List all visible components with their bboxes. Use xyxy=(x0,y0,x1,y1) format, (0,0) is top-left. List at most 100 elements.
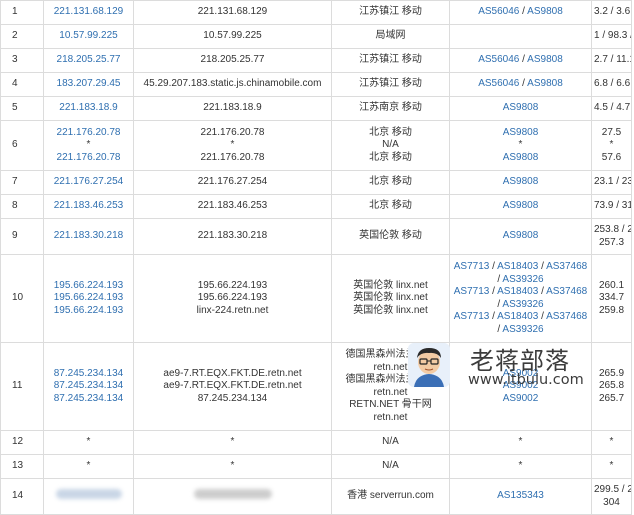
asn-link[interactable]: AS18403 xyxy=(497,311,538,322)
hop-number-text: 8 xyxy=(12,200,18,212)
asn-link[interactable]: AS39326 xyxy=(502,274,543,285)
hop-number: 12 xyxy=(0,430,44,455)
asn-link[interactable]: AS9808 xyxy=(527,6,563,17)
hop-number-text: 7 xyxy=(12,176,18,188)
asn-link[interactable]: AS37468 xyxy=(546,286,587,297)
hop-ip-link[interactable]: 195.66.224.193 xyxy=(46,305,131,318)
hop-location-text: 北京 移动 xyxy=(369,126,412,138)
asn-link[interactable]: AS9808 xyxy=(503,102,539,113)
hop-number: 1 xyxy=(0,0,44,25)
asn-link[interactable]: AS37468 xyxy=(546,311,587,322)
hop-ip: 218.205.25.77 xyxy=(43,48,134,73)
hop-time-text: 260.1 xyxy=(598,279,625,291)
asn-link[interactable]: AS18403 xyxy=(497,261,538,272)
hop-ip-link[interactable]: 221.131.68.129 xyxy=(46,6,131,19)
asn-link[interactable]: AS9808 xyxy=(527,54,563,65)
hop-time-text: 3.2 / 3.6 / 3.3 xyxy=(594,6,631,18)
asn-link[interactable]: AS7713 xyxy=(454,261,490,272)
hop-location-text: N/A xyxy=(382,460,399,472)
asn-link[interactable]: AS9808 xyxy=(503,200,539,211)
asn-link[interactable]: AS9808 xyxy=(503,152,539,163)
asn-group: * xyxy=(452,460,589,473)
asn-separator: / xyxy=(538,261,547,272)
asn-link[interactable]: AS7713 xyxy=(454,286,490,297)
asn-link[interactable]: AS9002 xyxy=(503,393,539,404)
table-row: 6 221.176.20.78 * 221.176.20.78 221.176.20.7… xyxy=(0,120,632,171)
asn-link[interactable]: AS56046 xyxy=(478,6,519,17)
asn-link[interactable]: AS39326 xyxy=(502,324,543,335)
hop-time-text: * xyxy=(609,460,614,472)
asn-separator: / xyxy=(538,286,547,297)
asn-link[interactable]: AS9808 xyxy=(503,176,539,187)
asn-link[interactable]: AS9808 xyxy=(527,78,563,89)
asn-group: * xyxy=(452,436,589,449)
hop-ip: 221.176.27.254 xyxy=(43,170,134,195)
hop-time-text: 334.7 xyxy=(598,292,625,304)
asn-link[interactable]: AS9808 xyxy=(503,127,539,138)
hop-number-text: 11 xyxy=(12,380,23,392)
hop-times: 299.5 / 271.3 /304 xyxy=(591,478,632,515)
hop-asn: AS9808 xyxy=(449,96,592,121)
hop-number-text: 10 xyxy=(12,292,24,304)
hop-ip: 183.207.29.45 xyxy=(43,72,134,97)
hop-ip-link[interactable]: 183.207.29.45 xyxy=(46,78,131,91)
asn-link[interactable]: AS9808 xyxy=(503,230,539,241)
watermark-url: www.itbulu.com xyxy=(468,372,584,388)
hop-ip-link[interactable]: 195.66.224.193 xyxy=(46,292,131,305)
hop-number-text: 5 xyxy=(12,102,18,114)
table-row: 14 香港 serverrun.com AS135343 299.5 / 271.3 … xyxy=(0,478,632,515)
hop-ip-link[interactable]: 221.176.27.254 xyxy=(46,176,131,189)
hop-ip-link[interactable]: 221.183.18.9 xyxy=(46,102,131,115)
redacted-hostname xyxy=(193,489,272,500)
hop-number: 2 xyxy=(0,24,44,49)
hop-asn: AS56046 / AS9808 xyxy=(449,0,592,25)
asn-separator: / xyxy=(519,78,528,90)
hop-location: 北京 移动 xyxy=(331,194,450,219)
table-row: 4 183.207.29.45 45.29.207.183.static.js.ch… xyxy=(0,72,632,97)
hop-hostname-text: * xyxy=(230,139,235,151)
hop-ip: 87.245.234.134 87.245.234.134 87.245.234.1… xyxy=(43,342,134,431)
hop-hostname: 221.183.46.253 xyxy=(133,194,332,219)
hop-ip-link[interactable]: 10.57.99.225 xyxy=(46,30,131,43)
table-row: 7 221.176.27.254 221.176.27.254 北京 移动 AS9808… xyxy=(0,170,632,195)
hop-time-text: 253.8 / 255.5 / xyxy=(594,224,631,235)
asn-link[interactable]: AS56046 xyxy=(478,78,519,89)
hop-ip-link[interactable]: 87.245.234.134 xyxy=(46,380,131,393)
hop-time-text: 265.8 xyxy=(598,380,625,392)
hop-asn: AS9808 xyxy=(449,194,592,219)
hop-location-text: 英国伦敦 linx.net xyxy=(353,292,428,304)
hop-ip-link[interactable]: 221.176.20.78 xyxy=(46,152,131,165)
hop-asn: AS7713 / AS18403 / AS37468 / AS39326 AS77… xyxy=(449,254,592,343)
hop-ip-link[interactable]: 221.176.20.78 xyxy=(46,127,131,140)
asn-group: AS135343 xyxy=(452,490,589,503)
hop-hostname xyxy=(133,478,332,515)
hop-ip-link[interactable]: 221.183.46.253 xyxy=(46,200,131,213)
asn-separator: / xyxy=(519,6,528,18)
hop-ip xyxy=(43,478,134,515)
hop-ip-link[interactable]: 87.245.234.134 xyxy=(46,393,131,406)
hop-ip: * xyxy=(43,454,134,479)
asn-link[interactable]: AS39326 xyxy=(502,299,543,310)
hop-location: 英国伦敦 移动 xyxy=(331,218,450,255)
hop-hostname: ae9-7.RT.EQX.FKT.DE.retn.net ae9-7.RT.EQX… xyxy=(133,342,332,431)
asn-link[interactable]: AS135343 xyxy=(497,490,544,501)
hop-time-text: 23.1 / 23 / 22.9 xyxy=(594,176,631,188)
hop-number-text: 1 xyxy=(12,6,18,18)
hop-ip-link[interactable]: 218.205.25.77 xyxy=(46,54,131,67)
asn-link[interactable]: AS56046 xyxy=(478,54,519,65)
table-row: 1 221.131.68.129 221.131.68.129 江苏镇江 移动 AS56… xyxy=(0,0,632,25)
hop-ip-link[interactable]: 87.245.234.134 xyxy=(46,368,131,381)
hop-time-text: * xyxy=(609,436,614,448)
asn-separator: / xyxy=(489,261,498,272)
hop-times: 23.1 / 23 / 22.9 xyxy=(591,170,632,195)
hop-ip: 221.183.18.9 xyxy=(43,96,134,121)
hop-hostname-text: 218.205.25.77 xyxy=(200,54,265,66)
asn-link[interactable]: AS18403 xyxy=(497,286,538,297)
hop-number: 9 xyxy=(0,218,44,255)
asn-link[interactable]: AS37468 xyxy=(546,261,587,272)
hop-ip-link[interactable]: 221.183.30.218 xyxy=(46,230,131,243)
asn-link[interactable]: AS7713 xyxy=(454,311,490,322)
hop-number: 14 xyxy=(0,478,44,515)
hop-location: 香港 serverrun.com xyxy=(331,478,450,515)
hop-ip-link[interactable]: 195.66.224.193 xyxy=(46,280,131,293)
